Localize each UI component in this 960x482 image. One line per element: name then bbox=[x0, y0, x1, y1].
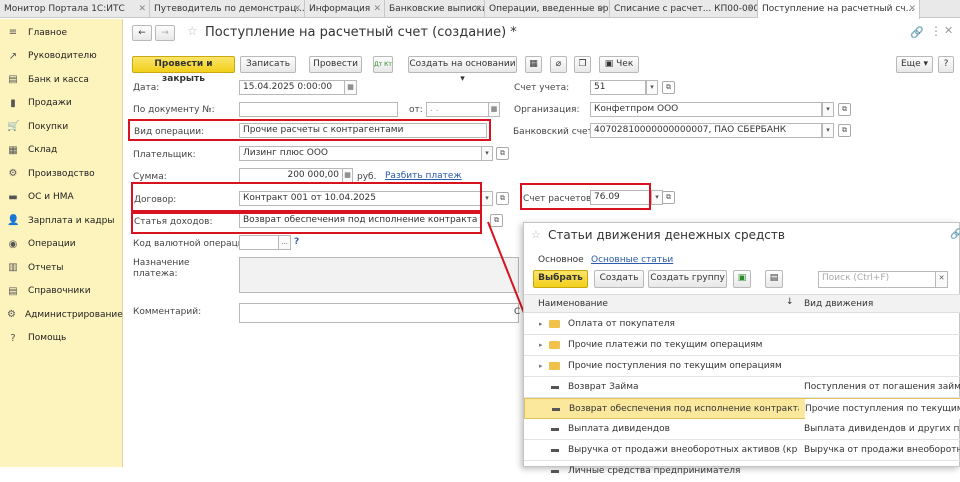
row-kind: Выплата дивидендов и других платеже... bbox=[804, 424, 960, 434]
tab-main[interactable]: Основное bbox=[538, 255, 584, 265]
expand-icon[interactable]: ▸ bbox=[539, 314, 543, 334]
star-icon[interactable]: ☆ bbox=[531, 228, 541, 241]
sort-arrow-icon[interactable]: ↓ bbox=[786, 297, 794, 307]
row-kind: Выручка от продажи внеоборотных акти... bbox=[804, 445, 960, 455]
clear-search-button[interactable]: ✕ bbox=[935, 271, 948, 288]
row-kind: Поступления от погашения займов, от... bbox=[804, 382, 960, 392]
cash-flow-items-dialog: ☆ Статьи движения денежных средств 🔗 Осн… bbox=[523, 222, 960, 476]
row-name: Оплата от покупателя bbox=[568, 319, 675, 329]
select-button[interactable]: Выбрать bbox=[533, 270, 588, 288]
add-icon: ▣ bbox=[737, 273, 747, 283]
folder-icon bbox=[549, 320, 560, 328]
table-row[interactable]: Выручка от продажи внеоборотных активов … bbox=[524, 440, 960, 461]
row-name: Возврат обеспечения под исполнение контр… bbox=[569, 404, 799, 414]
link-icon[interactable]: 🔗 bbox=[950, 229, 960, 240]
clear-icon: ✕ bbox=[938, 274, 945, 282]
create-button[interactable]: Создать bbox=[594, 270, 644, 288]
list-icon: ▤ bbox=[769, 273, 779, 283]
item-icon bbox=[551, 470, 559, 473]
create-group-button[interactable]: Создать группу bbox=[648, 270, 727, 288]
column-header-name[interactable]: Наименование bbox=[538, 299, 608, 309]
item-icon bbox=[551, 386, 559, 389]
row-name: Выручка от продажи внеоборотных активов … bbox=[568, 445, 798, 455]
column-header-kind[interactable]: Вид движения bbox=[804, 299, 873, 309]
list-settings-button[interactable]: ▤ bbox=[765, 270, 783, 288]
expand-icon[interactable]: ▸ bbox=[539, 335, 543, 355]
table-row[interactable]: ▸ Прочие платежи по текущим операциям bbox=[524, 335, 960, 356]
folder-icon bbox=[549, 341, 560, 349]
table-header: Наименование ↓ Вид движения bbox=[524, 294, 960, 313]
table-row[interactable]: Возврат Займа Поступления от погашения за… bbox=[524, 377, 960, 398]
table-row[interactable]: ▸ Оплата от покупателя bbox=[524, 314, 960, 335]
item-icon bbox=[551, 449, 559, 452]
row-name: Выплата дивидендов bbox=[568, 424, 670, 434]
table-row[interactable]: Выплата дивидендов Выплата дивидендов и д… bbox=[524, 419, 960, 440]
item-icon bbox=[552, 408, 560, 411]
row-name: Возврат Займа bbox=[568, 382, 639, 392]
tab-main-items[interactable]: Основные статьи bbox=[591, 255, 673, 265]
table-row[interactable]: Личные средства предпринимателя bbox=[524, 461, 960, 482]
table-row[interactable]: ▸ Прочие поступления по текущим операциям bbox=[524, 356, 960, 377]
search-input[interactable]: Поиск (Ctrl+F) bbox=[818, 271, 936, 288]
folder-icon bbox=[549, 362, 560, 370]
expand-icon[interactable]: ▸ bbox=[539, 356, 543, 376]
add-copy-button[interactable]: ▣ bbox=[733, 270, 751, 288]
row-name: Прочие поступления по текущим операциям bbox=[568, 361, 782, 371]
item-icon bbox=[551, 428, 559, 431]
row-name: Личные средства предпринимателя bbox=[568, 466, 741, 476]
row-name: Прочие платежи по текущим операциям bbox=[568, 340, 763, 350]
row-kind: Прочие поступления по текущим операц... bbox=[805, 399, 960, 419]
dialog-title: Статьи движения денежных средств bbox=[548, 228, 785, 242]
table-row-selected[interactable]: Возврат обеспечения под исполнение контр… bbox=[524, 398, 960, 419]
